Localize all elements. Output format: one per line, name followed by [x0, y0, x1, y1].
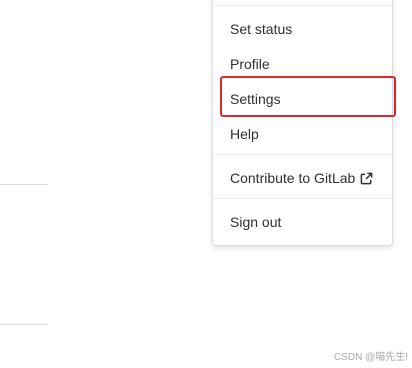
- menu-item-help[interactable]: Help: [230, 124, 259, 144]
- menu-item-profile[interactable]: Profile: [230, 54, 270, 74]
- menu-item-set-status[interactable]: Set status: [230, 19, 292, 39]
- menu-item-settings[interactable]: Settings: [230, 89, 281, 109]
- menu-item-sign-out[interactable]: Sign out: [230, 212, 281, 232]
- external-link-icon: [360, 170, 373, 190]
- watermark-text: CSDN @喵先生!: [333, 352, 408, 363]
- background-divider-top: [0, 184, 48, 185]
- menu-divider: [213, 198, 392, 199]
- menu-divider: [213, 5, 392, 6]
- user-dropdown-menu: Set status Profile Settings Help Contrib…: [212, 0, 393, 246]
- background-divider-bottom: [0, 324, 48, 325]
- menu-item-contribute[interactable]: Contribute to GitLab: [230, 168, 373, 190]
- menu-item-contribute-label: Contribute to GitLab: [230, 170, 356, 186]
- menu-divider: [213, 154, 392, 155]
